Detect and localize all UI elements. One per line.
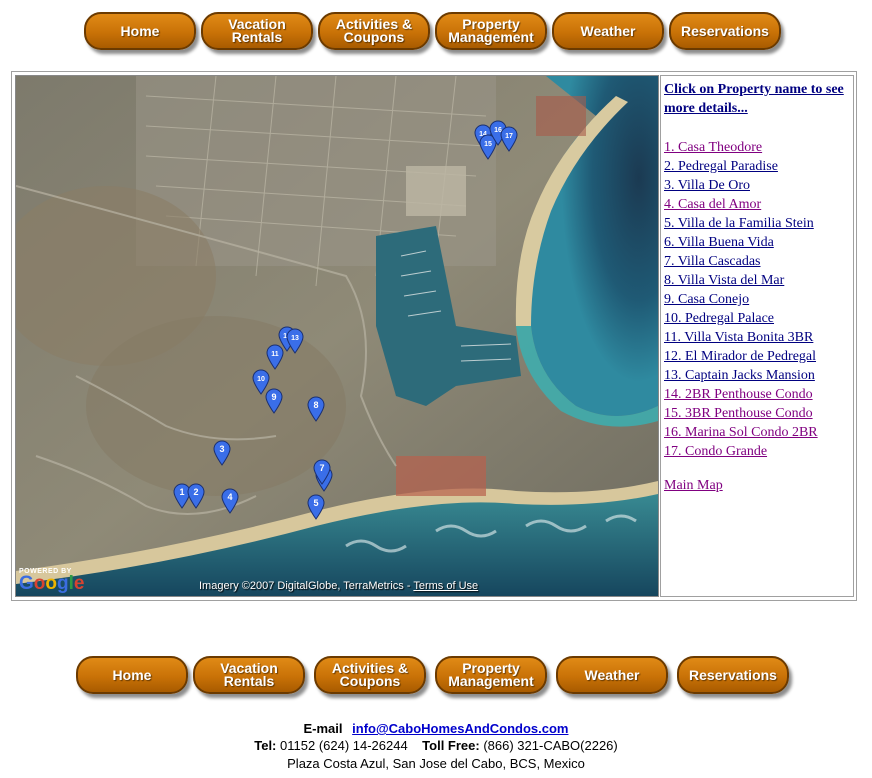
- map-pin-icon: 13: [286, 328, 304, 354]
- property-link[interactable]: 9. Casa Conejo: [664, 292, 749, 307]
- map-marker-5[interactable]: 5: [307, 494, 325, 520]
- bottom-nav-home-button[interactable]: Home: [76, 656, 188, 694]
- property-list-item: 3. Villa De Oro: [664, 176, 818, 195]
- property-list-item: 14. 2BR Penthouse Condo: [664, 385, 818, 404]
- map-marker-number: 8: [313, 400, 318, 410]
- map-pin-icon: 10: [252, 369, 270, 395]
- map-marker-number: 17: [505, 133, 513, 140]
- map-marker-17[interactable]: 17: [500, 126, 518, 152]
- property-link[interactable]: 11. Villa Vista Bonita 3BR: [664, 330, 813, 345]
- footer-email-line: E-mail info@CaboHomesAndCondos.com: [0, 721, 872, 736]
- tel-label: Tel:: [254, 738, 277, 753]
- tollfree-value: (866) 321-CABO(2226): [483, 738, 618, 753]
- map-pin-icon: 5: [307, 494, 325, 520]
- map-marker-number: 5: [313, 498, 318, 508]
- map-marker-number: 2: [193, 487, 198, 497]
- map-marker-13[interactable]: 13: [286, 328, 304, 354]
- imagery-credit-text: Imagery ©2007 DigitalGlobe, TerraMetrics…: [199, 580, 411, 592]
- sidebar-heading[interactable]: Click on Property name to see more detai…: [664, 80, 850, 118]
- map-marker-3[interactable]: 3: [213, 440, 231, 466]
- property-link[interactable]: 4. Casa del Amor: [664, 197, 761, 212]
- property-link[interactable]: 5. Villa de la Familia Stein: [664, 216, 814, 231]
- property-link[interactable]: 10. Pedregal Palace: [664, 311, 774, 326]
- property-list-item: 6. Villa Buena Vida: [664, 233, 818, 252]
- property-link[interactable]: 17. Condo Grande: [664, 444, 767, 459]
- bottom-nav-vacation-rentals-button[interactable]: Vacation Rentals: [193, 656, 305, 694]
- property-sidebar: Click on Property name to see more detai…: [660, 75, 854, 597]
- map-marker-number: 13: [291, 335, 299, 342]
- map-marker-2[interactable]: 2: [187, 483, 205, 509]
- map-frame: 1234567891011121314151617 POWERED BY Goo…: [11, 71, 857, 601]
- property-list: 1. Casa Theodore 2. Pedregal Paradise 3. V…: [664, 138, 818, 461]
- map-pin-icon: 4: [221, 488, 239, 514]
- nav-activities-coupons-button[interactable]: Activities & Coupons: [318, 12, 430, 50]
- main-map-link[interactable]: Main Map: [664, 478, 723, 494]
- property-list-item: 7. Villa Cascadas: [664, 252, 818, 271]
- email-label: E-mail: [303, 721, 343, 736]
- satellite-map[interactable]: 1234567891011121314151617 POWERED BY Goo…: [15, 75, 659, 597]
- property-list-item: 9. Casa Conejo: [664, 290, 818, 309]
- terms-of-use-link[interactable]: Terms of Use: [413, 580, 478, 592]
- bottom-nav-activities-coupons-button[interactable]: Activities & Coupons: [314, 656, 426, 694]
- property-list-item: 4. Casa del Amor: [664, 195, 818, 214]
- property-list-item: 13. Captain Jacks Mansion: [664, 366, 818, 385]
- map-pin-icon: 7: [313, 459, 331, 485]
- footer-address: Plaza Costa Azul, San Jose del Cabo, BCS…: [287, 756, 585, 771]
- map-marker-number: 1: [179, 487, 184, 497]
- map-marker-number: 7: [319, 463, 324, 473]
- bottom-nav-property-management-button[interactable]: Property Management: [435, 656, 547, 694]
- map-pin-icon: 8: [307, 396, 325, 422]
- map-marker-10[interactable]: 10: [252, 369, 270, 395]
- nav-reservations-button[interactable]: Reservations: [669, 12, 781, 50]
- nav-weather-button[interactable]: Weather: [552, 12, 664, 50]
- map-pin-icon: 3: [213, 440, 231, 466]
- property-list-item: 12. El Mirador de Pedregal: [664, 347, 818, 366]
- google-wordmark: Google: [19, 573, 85, 594]
- map-marker-number: 9: [271, 392, 276, 402]
- property-link[interactable]: 3. Villa De Oro: [664, 178, 750, 193]
- footer-phone-line: Tel: 01152 (624) 14-26244 Toll Free: (86…: [0, 738, 872, 753]
- bottom-nav-weather-button[interactable]: Weather: [556, 656, 668, 694]
- nav-property-management-button[interactable]: Property Management: [435, 12, 547, 50]
- imagery-credit: Imagery ©2007 DigitalGlobe, TerraMetrics…: [199, 580, 478, 592]
- map-marker-number: 3: [219, 444, 224, 454]
- bottom-nav-reservations-button[interactable]: Reservations: [677, 656, 789, 694]
- property-link[interactable]: 12. El Mirador de Pedregal: [664, 349, 816, 364]
- bottom-nav: Home Vacation Rentals Activities & Coupo…: [0, 656, 872, 696]
- property-list-item: 1. Casa Theodore: [664, 138, 818, 157]
- map-marker-7[interactable]: 7: [313, 459, 331, 485]
- map-marker-8[interactable]: 8: [307, 396, 325, 422]
- email-link[interactable]: info@CaboHomesAndCondos.com: [352, 721, 568, 736]
- tollfree-label: Toll Free:: [422, 738, 480, 753]
- property-link[interactable]: 15. 3BR Penthouse Condo: [664, 406, 813, 421]
- property-link[interactable]: 13. Captain Jacks Mansion: [664, 368, 815, 383]
- property-list-item: 16. Marina Sol Condo 2BR: [664, 423, 818, 442]
- property-list-item: 8. Villa Vista del Mar: [664, 271, 818, 290]
- property-link[interactable]: 6. Villa Buena Vida: [664, 235, 774, 250]
- property-link[interactable]: 7. Villa Cascadas: [664, 254, 761, 269]
- map-marker-4[interactable]: 4: [221, 488, 239, 514]
- map-imagery: [16, 76, 658, 596]
- property-list-item: 15. 3BR Penthouse Condo: [664, 404, 818, 423]
- property-link[interactable]: 16. Marina Sol Condo 2BR: [664, 425, 818, 440]
- property-list-item: 10. Pedregal Palace: [664, 309, 818, 328]
- property-list-item: 2. Pedregal Paradise: [664, 157, 818, 176]
- property-link[interactable]: 2. Pedregal Paradise: [664, 159, 778, 174]
- nav-vacation-rentals-button[interactable]: Vacation Rentals: [201, 12, 313, 50]
- map-pin-icon: 17: [500, 126, 518, 152]
- property-list-item: 5. Villa de la Familia Stein: [664, 214, 818, 233]
- property-list-item: 17. Condo Grande: [664, 442, 818, 461]
- property-list-item: 11. Villa Vista Bonita 3BR: [664, 328, 818, 347]
- property-link[interactable]: 1. Casa Theodore: [664, 140, 762, 155]
- property-link[interactable]: 8. Villa Vista del Mar: [664, 273, 784, 288]
- map-marker-number: 4: [227, 492, 232, 502]
- google-logo: POWERED BY Google: [19, 568, 84, 593]
- top-nav: Home Vacation Rentals Activities & Coupo…: [0, 12, 872, 52]
- map-pin-icon: 2: [187, 483, 205, 509]
- tel-value: 01152 (624) 14-26244: [280, 738, 408, 753]
- map-marker-number: 11: [271, 351, 279, 358]
- property-link[interactable]: 14. 2BR Penthouse Condo: [664, 387, 813, 402]
- nav-home-button[interactable]: Home: [84, 12, 196, 50]
- map-marker-number: 10: [257, 376, 265, 383]
